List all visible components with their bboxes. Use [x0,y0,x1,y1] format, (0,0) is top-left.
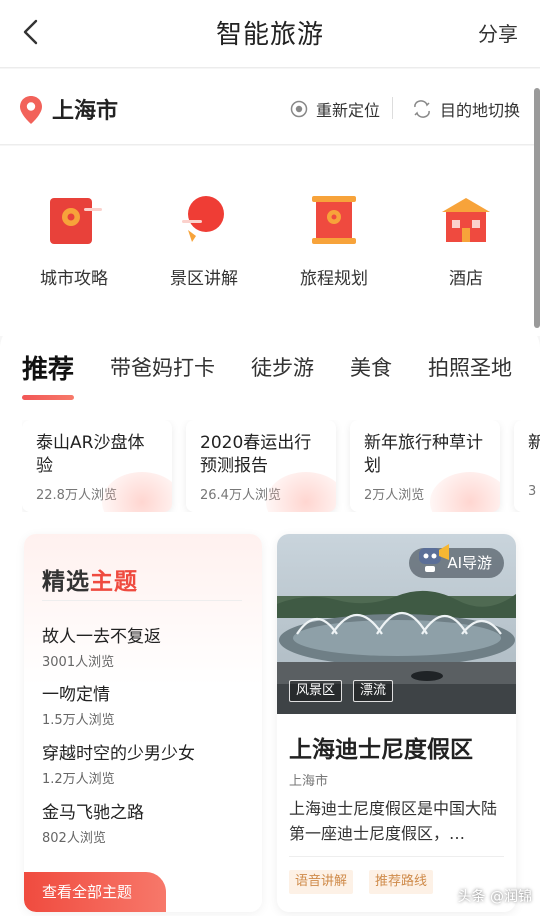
poi-city: 上海市 [289,774,329,789]
featured-themes-card: 精选主题 故人一去不复返 3001人浏览 一吻定情 1.5万人浏览 穿越时空的少… [24,534,262,912]
theme-name: 穿越时空的少男少女 [42,744,195,764]
tab-hiking[interactable]: 徒步游 [251,352,314,382]
destination-switch-button[interactable]: 目的地切换 [412,97,520,121]
divider [289,856,504,857]
current-city: 上海市 [52,99,119,124]
switch-label: 目的地切换 [440,101,521,120]
ai-guide-label: AI导游 [447,554,492,572]
themes-heading: 精选主题 [42,569,138,595]
divider [392,97,393,119]
topic-card[interactable]: 新年旅行种草计划 2万人浏览 [350,420,500,512]
service-label: 酒店 [449,269,483,289]
service-scenic-explain[interactable]: 景区讲解 [144,190,264,289]
content-panel: 推荐 带爸妈打卡 徒步游 美食 拍照圣地 泰山AR沙盘体验 22.8万人浏览 2… [0,322,540,916]
theme-name: 金马飞驰之路 [42,803,144,823]
topic-card[interactable]: 2020春运出行预测报告 26.4万人浏览 [186,420,336,512]
service-label: 城市攻略 [40,269,108,289]
divider [42,600,242,601]
theme-name: 一吻定情 [42,685,110,705]
topic-cards-row: 泰山AR沙盘体验 22.8万人浏览 2020春运出行预测报告 26.4万人浏览 … [22,420,540,512]
theme-views: 1.2万人浏览 [42,772,115,787]
page-title: 智能旅游 [215,20,324,50]
theme-name: 故人一去不复返 [42,627,161,647]
trip-plan-icon [304,190,364,250]
card-decoration [266,472,336,512]
theme-item[interactable]: 金马飞驰之路 802人浏览 [42,798,144,846]
poi-tag-route[interactable]: 推荐路线 [369,870,434,894]
category-tabs: 推荐 带爸妈打卡 徒步游 美食 拍照圣地 [22,352,540,402]
tab-recommend[interactable]: 推荐 [22,349,75,400]
location-bar: 上海市 重新定位 目的地切换 [0,69,540,145]
tab-photo-spots[interactable]: 拍照圣地 [428,352,512,382]
relocate-label: 重新定位 [316,101,381,120]
poi-title: 上海迪士尼度假区 [289,737,473,763]
image-tag: 风景区 [289,680,343,702]
topic-card[interactable]: 泰山AR沙盘体验 22.8万人浏览 [22,420,172,512]
topic-card-views: 3 [528,484,537,499]
topic-card[interactable]: 新 3 [514,420,540,512]
service-label: 景区讲解 [170,269,238,289]
scrollbar[interactable] [534,88,540,328]
theme-views: 802人浏览 [42,831,106,846]
theme-item[interactable]: 故人一去不复返 3001人浏览 [42,622,161,670]
poi-card[interactable]: AI导游 风景区 漂流 上海迪士尼度假区 上海市 上海迪士尼度假区是中国大陆第一… [277,534,516,912]
service-grid: 城市攻略 景区讲解 旅程规划 酒店 [0,146,540,336]
view-all-themes-button[interactable]: 查看全部主题 [24,872,166,912]
poi-description: 上海迪士尼度假区是中国大陆第一座迪士尼度假区，… [289,799,498,843]
switch-arrows-icon [414,100,430,118]
tab-parents[interactable]: 带爸妈打卡 [110,352,215,382]
header-bar: 智能旅游 分享 [0,0,540,68]
ai-guide-badge[interactable]: AI导游 [409,544,504,578]
service-label: 旅程规划 [300,269,368,289]
share-button[interactable]: 分享 [478,18,518,47]
topic-card-title: 新 [528,433,540,453]
tab-food[interactable]: 美食 [350,352,392,382]
locate-target-icon [290,100,308,118]
poi-tag-voice[interactable]: 语音讲解 [289,870,354,894]
image-tag: 漂流 [353,680,394,702]
theme-views: 3001人浏览 [42,655,115,670]
relocate-button[interactable]: 重新定位 [290,97,380,121]
card-decoration [102,472,172,512]
service-hotel[interactable]: 酒店 [406,190,526,289]
theme-item[interactable]: 一吻定情 1.5万人浏览 [42,680,115,728]
hotel-icon [436,190,496,250]
theme-item[interactable]: 穿越时空的少男少女 1.2万人浏览 [42,739,195,787]
location-pin-icon [20,96,42,124]
theme-views: 1.5万人浏览 [42,713,115,728]
scenic-explain-icon [174,190,234,250]
city-guide-icon [44,190,104,250]
service-city-guide[interactable]: 城市攻略 [14,190,134,289]
ai-robot-icon [419,544,450,572]
service-trip-plan[interactable]: 旅程规划 [274,190,394,289]
card-decoration [430,472,500,512]
watermark: 头条 @润锦 [457,889,532,905]
